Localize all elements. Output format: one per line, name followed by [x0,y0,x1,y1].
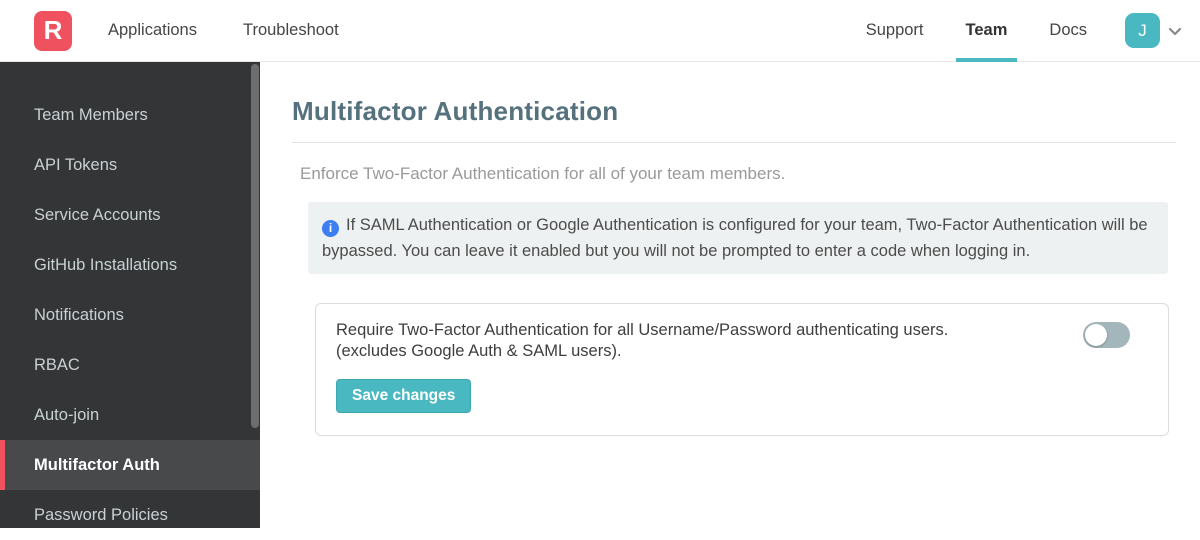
two-factor-toggle[interactable] [1083,322,1130,348]
primary-nav: Applications Troubleshoot [108,21,385,40]
sidebar-item-password-policies[interactable]: Password Policies [0,490,260,540]
nav-tab-support[interactable]: Support [856,0,934,62]
sidebar-item-github-installations[interactable]: GitHub Installations [0,240,260,290]
page-title: Multifactor Authentication [292,96,619,126]
top-navbar: R Applications Troubleshoot Support Team… [0,0,1200,62]
setting-label-line1: Require Two-Factor Authentication for al… [336,321,949,339]
avatar[interactable]: J [1125,13,1160,48]
info-note-text: If SAML Authentication or Google Authent… [322,216,1148,260]
sidebar-item-service-accounts[interactable]: Service Accounts [0,190,260,240]
rollbar-logo[interactable]: R [34,10,72,51]
setting-label: Require Two-Factor Authentication for al… [336,320,1083,362]
chevron-down-icon[interactable] [1166,22,1184,40]
sidebar-item-notifications[interactable]: Notifications [0,290,260,340]
logo-letter: R [43,15,63,45]
nav-tab-docs[interactable]: Docs [1039,0,1097,62]
sidebar-item-api-tokens[interactable]: API Tokens [0,140,260,190]
toggle-knob [1085,324,1107,346]
info-note: i If SAML Authentication or Google Authen… [308,202,1168,274]
save-changes-button[interactable]: Save changes [336,379,472,413]
secondary-nav: Support Team Docs J [845,0,1184,62]
sidebar-item-rbac[interactable]: RBAC [0,340,260,390]
avatar-initial: J [1138,20,1147,40]
sidebar-item-multifactor-auth[interactable]: Multifactor Auth [0,440,260,490]
two-factor-setting-card: Require Two-Factor Authentication for al… [315,303,1169,436]
page-description: Enforce Two-Factor Authentication for al… [300,164,786,183]
title-divider [292,142,1176,143]
nav-link-troubleshoot[interactable]: Troubleshoot [243,21,339,40]
nav-link-applications[interactable]: Applications [108,21,197,40]
sidebar-item-team-members[interactable]: Team Members [0,90,260,140]
setting-label-line2: (excludes Google Auth & SAML users). [336,342,622,360]
sidebar-scrollbar[interactable] [251,64,259,428]
settings-sidebar: Team Members API Tokens Service Accounts… [0,62,260,528]
nav-tab-team[interactable]: Team [955,0,1018,62]
sidebar-item-auto-join[interactable]: Auto-join [0,390,260,440]
main-content: Multifactor Authentication Enforce Two-F… [260,62,1200,528]
info-icon: i [322,219,339,237]
